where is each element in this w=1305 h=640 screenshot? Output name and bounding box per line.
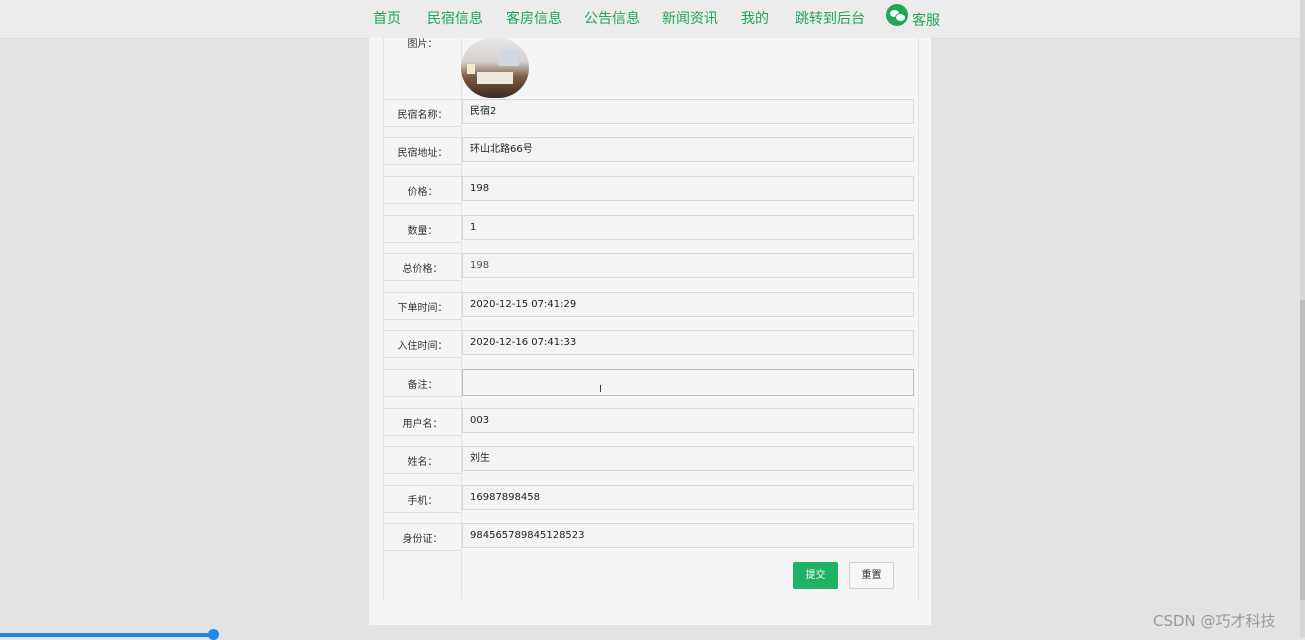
nav-notice-link[interactable]: 公告信息 xyxy=(584,8,640,28)
page-scrollbar[interactable] xyxy=(1300,0,1305,637)
field-label-quantity: 数量： xyxy=(407,226,438,237)
field-label-homestay-name: 民宿名称： xyxy=(397,110,448,121)
field-label-homestay-address: 民宿地址： xyxy=(397,148,448,159)
nav-homestay-info-link[interactable]: 民宿信息 xyxy=(427,8,483,28)
checkin-time-field[interactable]: 2020-12-16 07:41:33 xyxy=(462,330,914,355)
page-progress-bar[interactable] xyxy=(0,629,1300,640)
order-form-card: 图片： 民宿名称： 民宿2 民宿地址： 环山北路66号 价格： 198 数量： … xyxy=(369,38,931,625)
id-card-field[interactable]: 984565789845128523 xyxy=(462,523,914,548)
field-label-total-price: 总价格： xyxy=(402,264,443,275)
reset-button[interactable]: 重置 xyxy=(849,562,894,589)
price-field[interactable]: 198 xyxy=(462,176,914,201)
field-label-checkin-time: 入住时间： xyxy=(397,341,448,352)
text-cursor-icon: I xyxy=(599,384,602,395)
nav-customer-service-link[interactable]: 客服 xyxy=(912,10,940,30)
remark-input[interactable]: I xyxy=(462,369,914,396)
progress-handle[interactable] xyxy=(208,629,219,640)
field-label-order-time: 下单时间： xyxy=(397,303,448,314)
nav-backend-link[interactable]: 跳转到后台 xyxy=(795,8,865,28)
total-price-field[interactable]: 198 xyxy=(462,253,914,278)
watermark-text: CSDN @巧才科技 xyxy=(1153,612,1276,630)
quantity-field[interactable]: 1 xyxy=(462,215,914,240)
order-time-field[interactable]: 2020-12-15 07:41:29 xyxy=(462,292,914,317)
username-field[interactable]: 003 xyxy=(462,408,914,433)
nav-news-link[interactable]: 新闻资讯 xyxy=(662,8,718,28)
room-thumbnail-image xyxy=(461,38,529,98)
field-label-phone: 手机： xyxy=(407,496,438,507)
field-label-id-card: 身份证： xyxy=(402,534,443,545)
nav-room-info-link[interactable]: 客房信息 xyxy=(506,8,562,28)
scrollbar-thumb[interactable] xyxy=(1300,300,1305,600)
field-label-name: 姓名： xyxy=(407,457,438,468)
wechat-icon[interactable] xyxy=(886,4,908,26)
order-form: 图片： 民宿名称： 民宿2 民宿地址： 环山北路66号 价格： 198 数量： … xyxy=(383,38,919,599)
homestay-address-field[interactable]: 环山北路66号 xyxy=(462,137,914,162)
name-field[interactable]: 刘生 xyxy=(462,446,914,471)
top-navigation-bar: 首页 民宿信息 客房信息 公告信息 新闻资讯 我的 跳转到后台 客服 xyxy=(0,0,1300,39)
image-label: 图片： xyxy=(407,39,438,50)
field-label-username: 用户名： xyxy=(402,419,443,430)
phone-field[interactable]: 16987898458 xyxy=(462,485,914,510)
field-label-remark: 备注： xyxy=(407,380,438,391)
homestay-name-field[interactable]: 民宿2 xyxy=(462,99,914,124)
nav-my-link[interactable]: 我的 xyxy=(741,8,769,28)
nav-home-link[interactable]: 首页 xyxy=(373,8,401,28)
field-label-price: 价格： xyxy=(407,187,438,198)
submit-button[interactable]: 提交 xyxy=(793,562,838,589)
progress-fill xyxy=(0,633,215,637)
